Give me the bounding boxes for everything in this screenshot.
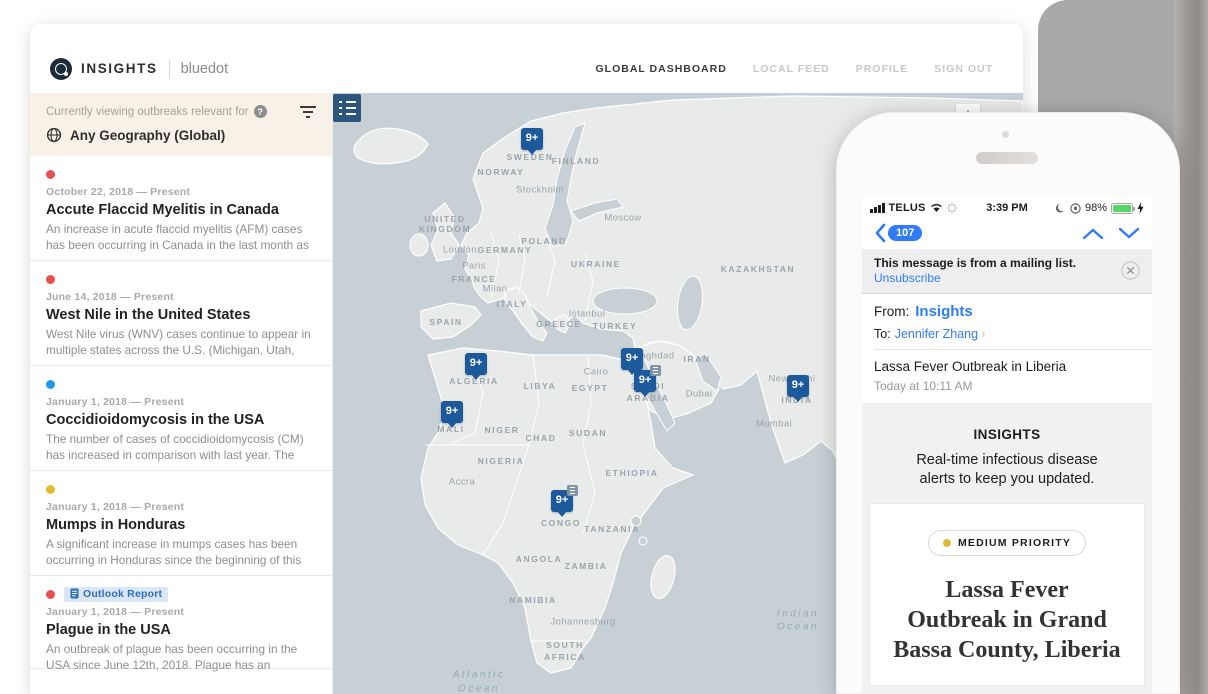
status-dot — [46, 379, 55, 389]
from-sender[interactable]: Insights — [915, 303, 973, 320]
outbreak-date: January 1, 2018 — Present — [46, 606, 185, 618]
marker-report-badge-icon — [650, 365, 661, 376]
status-bar: TELUS 3:39 PM 98% — [862, 196, 1152, 217]
email-subject: Lassa Fever Outbreak in Liberia — [874, 359, 1067, 374]
email-timestamp: Today at 10:11 AM — [874, 379, 973, 393]
wifi-icon — [930, 203, 942, 212]
from-label: From: — [874, 304, 910, 319]
outbreak-item[interactable]: January 1, 2018 — Present Coccidioidomyc… — [30, 366, 332, 471]
to-recipient[interactable]: Jennifer Zhang — [895, 327, 978, 341]
outbreak-item[interactable]: June 14, 2018 — Present West Nile in the… — [30, 261, 332, 366]
outbreak-date: June 14, 2018 — Present — [46, 291, 174, 303]
map-cluster-marker[interactable]: 9+ — [634, 365, 661, 392]
battery-percent: 98% — [1084, 202, 1107, 214]
outbreak-desc: West Nile virus (WNV) cases continue to … — [46, 327, 311, 357]
banner-text: This message is from a mailing list. — [874, 256, 1077, 270]
outbreak-sidebar: Currently viewing outbreaks relevant for… — [30, 93, 333, 694]
back-chevron-icon[interactable] — [874, 223, 886, 243]
globe-icon — [46, 127, 62, 143]
bluedot-logo-icon — [50, 57, 72, 80]
outbreak-date: October 22, 2018 — Present — [46, 186, 191, 198]
dismiss-banner-icon[interactable] — [1121, 261, 1140, 280]
address-headers: From: Insights To: Jennifer Zhang › — [862, 294, 1152, 349]
geography-selector[interactable]: Any Geography (Global) — [46, 127, 316, 143]
outbreak-item[interactable]: January 1, 2018 — Present Mumps in Hondu… — [30, 471, 332, 576]
status-dot — [46, 274, 55, 284]
map-cluster-marker[interactable]: 9+ — [787, 375, 809, 397]
unread-count-pill[interactable]: 107 — [888, 225, 923, 241]
email-body: INSIGHTS Real-time infectious disease al… — [862, 403, 1152, 694]
map-cluster-marker[interactable]: 9+ — [465, 353, 487, 375]
report-doc-icon — [70, 588, 79, 599]
brand-separator — [168, 58, 170, 79]
timer-icon — [947, 203, 957, 213]
viewing-label: Currently viewing outbreaks relevant for — [46, 105, 249, 118]
to-label: To: — [874, 326, 891, 341]
outbreak-item[interactable]: October 22, 2018 — Present Accute Flacci… — [30, 156, 332, 261]
map-cluster-marker[interactable]: 9+ — [551, 485, 578, 512]
nav-global-dashboard[interactable]: GLOBAL DASHBOARD — [596, 63, 727, 75]
status-dot — [46, 589, 55, 599]
phone-speaker-icon — [976, 152, 1038, 164]
priority-badge: MEDIUM PRIORITY — [927, 530, 1087, 556]
status-dot — [46, 484, 55, 494]
map-cluster-marker[interactable]: 9+ — [521, 128, 543, 150]
outbreak-title: Coccidioidomycosis in the USA — [46, 412, 265, 428]
filter-icon[interactable] — [300, 105, 316, 118]
nav-sign-out[interactable]: SIGN OUT — [934, 63, 993, 75]
sidebar-filter-header: Currently viewing outbreaks relevant for… — [30, 93, 332, 156]
subject-block: Lassa Fever Outbreak in Liberia Today at… — [862, 350, 1152, 403]
email-tagline: Real-time infectious disease alerts to k… — [916, 452, 1098, 487]
charging-bolt-icon — [1137, 202, 1144, 214]
phone-mockup: TELUS 3:39 PM 98% 107 This message is fr… — [836, 112, 1180, 694]
next-message-chevron-icon[interactable] — [1118, 227, 1140, 240]
outbreak-title: Accute Flaccid Myelitis in Canada — [46, 202, 279, 218]
alert-title: Lassa Fever Outbreak in Grand Bassa Coun… — [893, 577, 1121, 663]
outbreak-desc: An outbreak of plague has been occurring… — [46, 642, 298, 672]
brand-name: INSIGHTS — [81, 61, 158, 76]
email-brand: INSIGHTS — [973, 427, 1041, 442]
outbreak-desc: An increase in acute flaccid myelitis (A… — [46, 222, 309, 252]
mailing-list-banner: This message is from a mailing list. Uns… — [862, 249, 1152, 294]
phone-screen: TELUS 3:39 PM 98% 107 This message is fr… — [862, 196, 1152, 694]
battery-icon — [1111, 202, 1135, 214]
do-not-disturb-moon-icon — [1055, 203, 1064, 212]
top-nav: GLOBAL DASHBOARD LOCAL FEED PROFILE SIGN… — [596, 63, 994, 75]
help-icon[interactable]: ? — [253, 105, 267, 118]
nav-profile[interactable]: PROFILE — [856, 63, 909, 75]
alert-card: MEDIUM PRIORITY Lassa Fever Outbreak in … — [870, 504, 1144, 686]
outbreak-title: Mumps in Honduras — [46, 517, 186, 533]
outbreak-title: Plague in the USA — [46, 622, 171, 638]
map-legend-button[interactable] — [333, 94, 361, 122]
outbreak-desc: A significant increase in mumps cases ha… — [46, 537, 302, 567]
status-dot — [46, 169, 55, 179]
carrier-label: TELUS — [888, 202, 926, 214]
cellular-signal-icon — [870, 203, 885, 213]
map-cluster-marker[interactable]: 9+ — [621, 348, 643, 370]
outbreak-item[interactable]: Outlook Report January 1, 2018 — Present… — [30, 576, 332, 672]
marker-report-badge-icon — [567, 485, 578, 496]
phone-camera-icon — [1002, 131, 1009, 138]
recipient-chevron-icon[interactable]: › — [981, 326, 985, 341]
app-header: INSIGHTS bluedot GLOBAL DASHBOARD LOCAL … — [30, 24, 1023, 93]
nav-local-feed[interactable]: LOCAL FEED — [753, 63, 830, 75]
outbreak-desc: The number of cases of coccidioidomycosi… — [46, 432, 304, 462]
orientation-lock-icon — [1070, 202, 1081, 214]
outbreak-title: West Nile in the United States — [46, 307, 251, 323]
prev-message-chevron-icon[interactable] — [1082, 227, 1104, 240]
mail-toolbar: 107 — [862, 217, 1152, 249]
priority-label: MEDIUM PRIORITY — [957, 537, 1072, 549]
unsubscribe-link[interactable]: Unsubscribe — [874, 271, 1121, 285]
priority-dot — [942, 539, 951, 547]
geography-value: Any Geography (Global) — [70, 127, 226, 143]
badge-label: Outlook Report — [83, 587, 163, 600]
outbreak-date: January 1, 2018 — Present — [46, 396, 185, 408]
outlook-report-badge[interactable]: Outlook Report — [64, 586, 169, 602]
map-cluster-marker[interactable]: 9+ — [441, 401, 463, 423]
outbreak-date: January 1, 2018 — Present — [46, 501, 185, 513]
brand-suffix: bluedot — [180, 60, 229, 77]
